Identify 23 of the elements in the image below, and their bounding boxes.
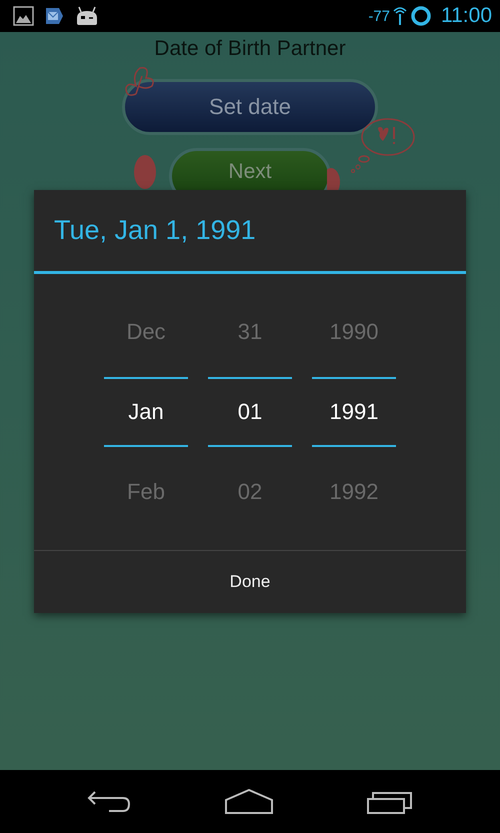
picker-value[interactable]: 02 <box>208 459 292 525</box>
signal-reading: -77 <box>368 8 390 24</box>
picker-value[interactable]: 1992 <box>312 459 396 525</box>
picker-value[interactable]: 1990 <box>312 299 396 365</box>
robot-head-icon <box>75 6 99 26</box>
picker-value[interactable]: Feb <box>104 459 188 525</box>
back-icon[interactable] <box>87 788 131 814</box>
dialog-title: Tue, Jan 1, 1991 <box>34 190 466 274</box>
blob-drawing <box>133 154 157 190</box>
page-title: Date of Birth Partner <box>154 37 346 61</box>
home-icon[interactable] <box>225 788 273 814</box>
picker-value[interactable]: 31 <box>208 299 292 365</box>
selected-value[interactable]: Jan <box>104 377 188 447</box>
clock-time: 11:00 <box>441 4 492 28</box>
selected-value[interactable]: 01 <box>208 377 292 447</box>
wifi-icon <box>393 6 407 26</box>
picture-icon <box>13 6 34 26</box>
selected-value[interactable]: 1991 <box>312 377 396 447</box>
ring-icon <box>410 5 432 27</box>
done-button[interactable]: Done <box>34 551 466 613</box>
set-date-button[interactable]: Set date <box>122 79 378 135</box>
mail-icon <box>45 7 64 25</box>
picker-value[interactable]: Dec <box>104 299 188 365</box>
